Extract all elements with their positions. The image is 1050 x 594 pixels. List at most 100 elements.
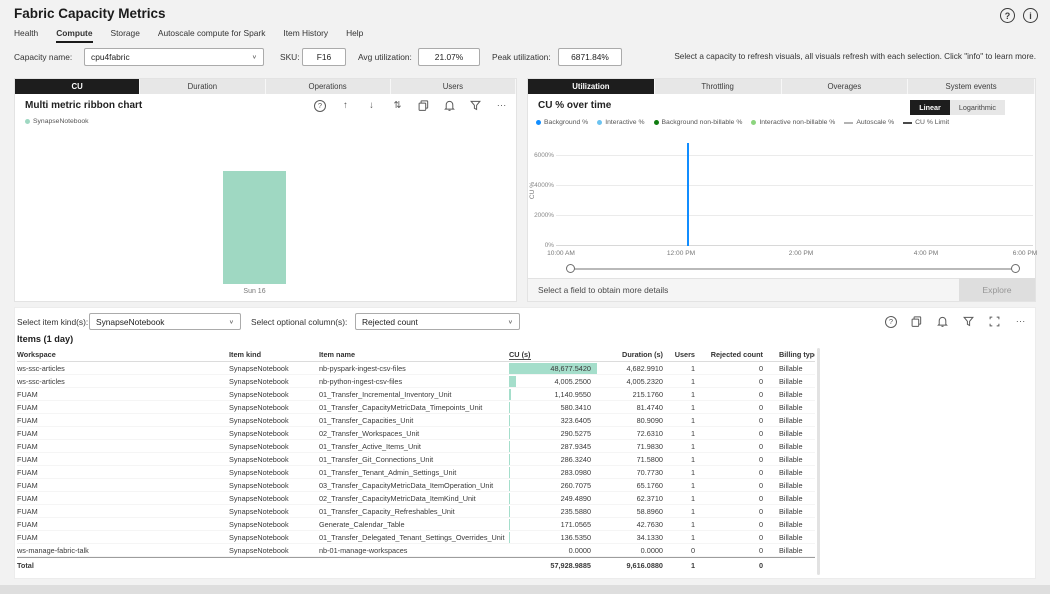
cu-legend: Background % Interactive % Background non-… xyxy=(536,119,949,126)
nav-tab-health[interactable]: Health xyxy=(14,28,38,43)
horizontal-scrollbar[interactable] xyxy=(0,585,1050,594)
ribbon-bar[interactable] xyxy=(223,171,286,284)
drill-down-icon[interactable]: ↓ xyxy=(365,99,378,112)
nav-tab-storage[interactable]: Storage xyxy=(111,28,140,43)
table-row[interactable]: FUAM SynapseNotebook 01_Transfer_Delegated… xyxy=(17,531,815,544)
visual-help-icon[interactable]: ? xyxy=(885,315,897,328)
focus-mode-icon[interactable] xyxy=(988,315,1001,328)
table-row[interactable]: FUAM SynapseNotebook 02_Transfer_Workspace… xyxy=(17,427,815,440)
cell-duration-s: 70.7730 xyxy=(636,468,663,477)
item-kind-label: Select item kind(s): xyxy=(17,317,89,327)
expand-hierarchy-icon[interactable]: ⇅ xyxy=(391,99,404,112)
cell-billing-type: Billable xyxy=(779,494,803,503)
table-scrollbar[interactable] xyxy=(817,348,820,575)
table-row[interactable]: FUAM SynapseNotebook 02_Transfer_CapacityM… xyxy=(17,492,815,505)
ribbon-legend: SynapseNotebook xyxy=(25,118,89,125)
cell-item-kind: SynapseNotebook xyxy=(229,364,289,373)
table-row[interactable]: FUAM SynapseNotebook Generate_Calendar_Tab… xyxy=(17,518,815,531)
visual-help-icon[interactable]: ? xyxy=(314,99,326,112)
column-header-duration-s[interactable]: Duration (s) xyxy=(597,348,669,361)
more-options-icon[interactable]: ··· xyxy=(495,99,508,112)
slider-handle-start[interactable] xyxy=(566,264,575,273)
nav-tab-help[interactable]: Help xyxy=(346,28,363,43)
table-row[interactable]: FUAM SynapseNotebook 01_Transfer_Increment… xyxy=(17,388,815,401)
cell-workspace: ws-ssc-articles xyxy=(17,364,65,373)
alert-bell-icon[interactable] xyxy=(936,315,949,328)
cell-duration-s: 42.7630 xyxy=(636,520,663,529)
copy-icon[interactable] xyxy=(417,99,430,112)
filter-icon[interactable] xyxy=(962,315,975,328)
item-kind-dropdown[interactable]: SynapseNotebook ∨ xyxy=(89,313,241,330)
column-header-cu-s[interactable]: CU (s) xyxy=(509,348,597,361)
chevron-down-icon: ∨ xyxy=(507,319,513,325)
time-range-slider[interactable] xyxy=(570,268,1018,270)
table-row[interactable]: ws-ssc-articles SynapseNotebook nb-pyspark… xyxy=(17,362,815,375)
table-row[interactable]: FUAM SynapseNotebook 01_Transfer_Active_It… xyxy=(17,440,815,453)
column-header-workspace[interactable]: Workspace xyxy=(17,348,229,361)
cu-spike-line[interactable] xyxy=(687,143,689,246)
column-header-rejected-count[interactable]: Rejected count xyxy=(707,348,769,361)
cell-workspace: ws-manage-fabric-talk xyxy=(17,546,89,555)
drill-up-icon[interactable]: ↑ xyxy=(339,99,352,112)
alert-bell-icon[interactable] xyxy=(443,99,456,112)
copy-icon[interactable] xyxy=(910,315,923,328)
cell-users: 1 xyxy=(690,377,695,386)
table-row[interactable]: FUAM SynapseNotebook 01_Transfer_Git_Conne… xyxy=(17,453,815,466)
column-header-billing-type[interactable]: Billing type xyxy=(769,348,815,361)
legend-label: SynapseNotebook xyxy=(33,118,89,125)
slider-handle-end[interactable] xyxy=(1011,264,1020,273)
filter-icon[interactable] xyxy=(469,99,482,112)
table-row[interactable]: FUAM SynapseNotebook 01_Transfer_Tenant_Ad… xyxy=(17,466,815,479)
items-table-title: Items (1 day) xyxy=(17,334,74,344)
table-row[interactable]: ws-manage-fabric-talk SynapseNotebook nb-0… xyxy=(17,544,815,557)
cell-rejected-count: 0 xyxy=(758,494,763,503)
cell-rejected-count: 0 xyxy=(758,377,763,386)
cell-cu-s: 249.4890 xyxy=(509,493,591,504)
cell-rejected-count: 0 xyxy=(758,390,763,399)
cell-workspace: FUAM xyxy=(17,416,38,425)
column-header-item-name[interactable]: Item name xyxy=(319,348,509,361)
cell-item-kind: SynapseNotebook xyxy=(229,546,289,555)
cell-users: 1 xyxy=(690,468,695,477)
info-icon[interactable]: i xyxy=(1023,8,1038,23)
nav-tab-compute[interactable]: Compute xyxy=(56,28,93,43)
tab-duration[interactable]: Duration xyxy=(140,79,266,94)
logarithmic-scale-button[interactable]: Logarithmic xyxy=(949,100,1005,115)
cell-cu-s: 283.0980 xyxy=(509,467,591,478)
cell-duration-s: 58.8960 xyxy=(636,507,663,516)
tab-throttling[interactable]: Throttling xyxy=(654,79,782,94)
tab-operations[interactable]: Operations xyxy=(265,79,391,94)
right-panel-tabs: Utilization Throttling Overages System even… xyxy=(528,79,1035,94)
column-header-item-kind[interactable]: Item kind xyxy=(229,348,319,361)
help-icon[interactable]: ? xyxy=(1000,8,1015,23)
tab-overages[interactable]: Overages xyxy=(781,79,909,94)
table-row[interactable]: FUAM SynapseNotebook 01_Transfer_Capacitie… xyxy=(17,414,815,427)
cell-users: 1 xyxy=(690,364,695,373)
nav-tabs: Health Compute Storage Autoscale compute fo… xyxy=(14,28,363,43)
column-header-users[interactable]: Users xyxy=(669,348,707,361)
table-row[interactable]: ws-ssc-articles SynapseNotebook nb-python-… xyxy=(17,375,815,388)
table-row[interactable]: FUAM SynapseNotebook 01_Transfer_CapacityM… xyxy=(17,401,815,414)
capacity-name-dropdown[interactable]: cpu4fabric ∨ xyxy=(84,48,264,66)
cell-item-name: 01_Transfer_Capacity_Refreshables_Unit xyxy=(319,507,455,516)
tab-cu[interactable]: CU xyxy=(15,79,141,94)
cell-item-name: nb-01-manage-workspaces xyxy=(319,546,408,555)
nav-tab-item-history[interactable]: Item History xyxy=(283,28,328,43)
explore-button[interactable]: Explore xyxy=(959,278,1035,301)
more-options-icon[interactable]: ··· xyxy=(1014,315,1027,328)
sku-label: SKU: xyxy=(280,52,300,62)
legend-label: CU % Limit xyxy=(915,119,950,126)
cell-item-name xyxy=(319,558,509,573)
cell-duration-s: 9,616.0880 xyxy=(626,561,663,570)
optional-column-dropdown[interactable]: Rejected count ∨ xyxy=(355,313,520,330)
x-tick-label: 4:00 PM xyxy=(913,250,939,257)
cell-billing-type: Billable xyxy=(779,442,803,451)
cu-data-bar xyxy=(509,519,510,530)
nav-tab-autoscale-compute-for-spark[interactable]: Autoscale compute for Spark xyxy=(158,28,266,43)
table-row[interactable]: FUAM SynapseNotebook 01_Transfer_Capacity_… xyxy=(17,505,815,518)
linear-scale-button[interactable]: Linear xyxy=(910,100,950,115)
cu-data-bar xyxy=(509,480,510,491)
tab-system-events[interactable]: System events xyxy=(908,79,1035,94)
table-row[interactable]: FUAM SynapseNotebook 03_Transfer_CapacityM… xyxy=(17,479,815,492)
tab-users[interactable]: Users xyxy=(390,79,516,94)
